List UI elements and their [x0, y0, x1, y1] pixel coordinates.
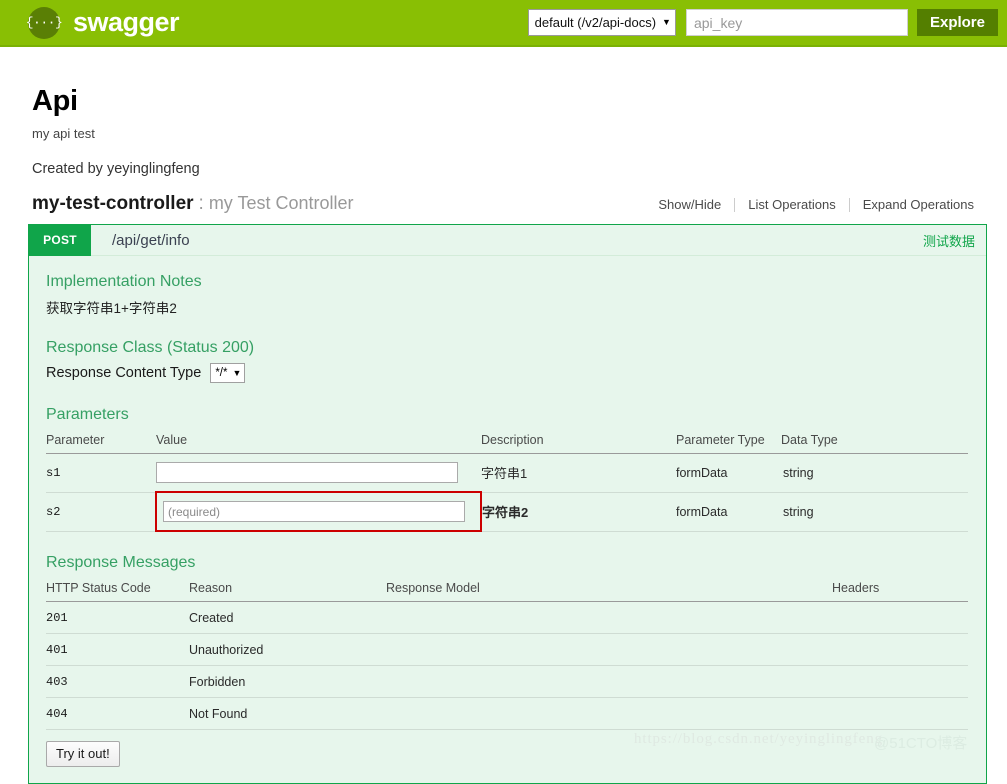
page-body: Api my api test Created by yeyinglingfen…: [0, 47, 1007, 784]
status-code-404: 404: [46, 707, 68, 721]
status-code-401: 401: [46, 643, 68, 657]
topbar-controls: default (/v2/api-docs) ▼ Explore: [527, 9, 998, 36]
api-description: my api test: [32, 126, 95, 141]
parameters-table: Parameter Value Description Parameter Ty…: [46, 430, 968, 532]
chevron-down-icon: ▼: [232, 367, 242, 378]
response-headers-403: [832, 665, 968, 698]
parameters-header-row: Parameter Value Description Parameter Ty…: [46, 430, 968, 454]
status-code-201: 201: [46, 611, 68, 625]
expand-operations-link[interactable]: Expand Operations: [850, 197, 987, 212]
parameter-type-s2: formData: [676, 504, 728, 519]
column-parameter: Parameter: [46, 430, 156, 454]
http-method-badge: POST: [29, 224, 91, 256]
table-row: 404 Not Found: [46, 697, 968, 730]
response-content-type-value: */*: [215, 367, 228, 379]
column-http-status-code: HTTP Status Code: [46, 578, 189, 602]
swagger-brand[interactable]: {···} swagger: [26, 6, 180, 39]
response-messages-heading: Response Messages: [46, 554, 196, 571]
api-created-by: Created by yeyinglingfeng: [32, 161, 200, 177]
parameter-type-s1: formData: [676, 465, 728, 480]
table-row: s2 字符串2 formData string: [46, 491, 968, 532]
response-content-type-label: Response Content Type: [46, 365, 202, 381]
reason-401: Unauthorized: [189, 642, 264, 657]
table-row: s1 字符串1 formData string: [46, 453, 968, 493]
table-row: 401 Unauthorized: [46, 633, 968, 666]
resource-separator: :: [198, 193, 204, 214]
page-title: Api: [32, 85, 78, 117]
response-content-type-row: Response Content Type */* ▼: [46, 363, 968, 383]
column-reason: Reason: [189, 578, 386, 602]
table-row: 201 Created: [46, 601, 968, 634]
response-model-401: [386, 633, 832, 666]
api-key-input[interactable]: [685, 9, 908, 36]
chevron-down-icon: ▼: [662, 17, 671, 27]
response-headers-401: [832, 633, 968, 666]
response-header-row: HTTP Status Code Reason Response Model H…: [46, 578, 968, 602]
response-model-404: [386, 697, 832, 730]
parameter-name-s2: s2: [46, 505, 61, 519]
response-headers-201: [832, 601, 968, 634]
operation-post-api-get-info: POST /api/get/info 测试数据 Implementation N…: [28, 224, 987, 784]
table-row: 403 Forbidden: [46, 665, 968, 698]
operation-header[interactable]: POST /api/get/info 测试数据: [29, 224, 986, 256]
column-response-model: Response Model: [386, 578, 832, 602]
column-data-type: Data Type: [781, 430, 968, 454]
implementation-notes-text: 获取字符串1+字符串2: [46, 301, 177, 316]
api-info: Api my api test Created by yeyinglingfen…: [0, 47, 1007, 177]
response-messages-section: Response Messages HTTP Status Code Reaso…: [46, 554, 968, 730]
spec-select-value: default (/v2/api-docs): [534, 15, 657, 30]
show-hide-link[interactable]: Show/Hide: [645, 197, 734, 212]
column-description: Description: [481, 430, 676, 454]
swagger-brand-label: swagger: [73, 7, 180, 37]
resource-operation-links: Show/Hide List Operations Expand Operati…: [645, 197, 987, 212]
column-parameter-type: Parameter Type: [676, 430, 781, 454]
parameter-data-type-s2: string: [783, 504, 814, 519]
reason-404: Not Found: [189, 706, 248, 721]
response-headers-404: [832, 697, 968, 730]
response-model-201: [386, 601, 832, 634]
try-it-out-button[interactable]: Try it out!: [46, 741, 120, 767]
parameter-input-s2[interactable]: [163, 501, 465, 522]
response-class-heading: Response Class (Status 200): [46, 339, 255, 356]
parameter-data-type-s1: string: [783, 465, 814, 480]
column-value: Value: [156, 430, 481, 454]
spec-select[interactable]: default (/v2/api-docs) ▼: [527, 9, 676, 36]
parameter-description-s1: 字符串1: [481, 466, 528, 482]
reason-403: Forbidden: [189, 674, 246, 689]
parameter-name-s1: s1: [46, 466, 61, 481]
parameter-error-cell-s2: [155, 491, 482, 532]
operation-path[interactable]: /api/get/info: [112, 232, 190, 249]
parameters-heading: Parameters: [46, 406, 129, 423]
implementation-notes-heading: Implementation Notes: [46, 273, 202, 290]
parameter-input-s1[interactable]: [156, 462, 458, 483]
reason-201: Created: [189, 610, 234, 625]
response-messages-table: HTTP Status Code Reason Response Model H…: [46, 578, 968, 730]
resource-description: my Test Controller: [208, 193, 354, 213]
resource-name[interactable]: my-test-controller: [32, 193, 194, 215]
explore-button[interactable]: Explore: [916, 9, 998, 36]
response-content-type-select[interactable]: */* ▼: [210, 363, 246, 383]
response-model-403: [386, 665, 832, 698]
resource-header: my-test-controller : my Test Controller …: [0, 193, 1007, 215]
list-operations-link[interactable]: List Operations: [735, 197, 848, 212]
column-headers: Headers: [832, 578, 968, 602]
parameter-description-s2: 字符串2: [482, 505, 529, 520]
operation-summary: 测试数据: [922, 233, 975, 249]
operation-content: Implementation Notes 获取字符串1+字符串2 Respons…: [29, 256, 986, 783]
status-code-403: 403: [46, 675, 68, 689]
swagger-topbar: {···} swagger default (/v2/api-docs) ▼ E…: [0, 0, 1007, 47]
swagger-logo-icon: {···}: [26, 6, 63, 39]
